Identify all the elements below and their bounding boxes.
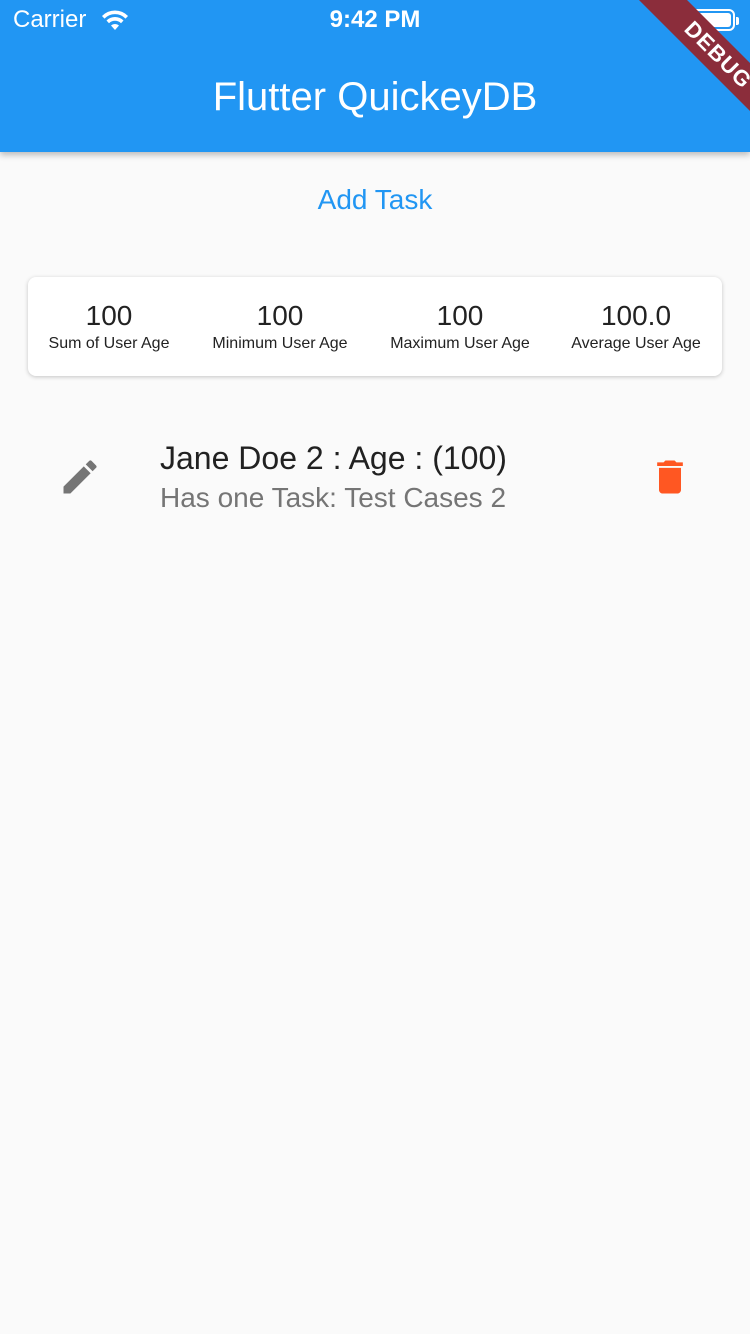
stat-sum-age: 100 Sum of User Age [28,299,190,355]
stat-label: Average User Age [571,335,701,352]
stat-value: 100.0 [600,300,672,331]
delete-icon[interactable] [648,455,692,499]
edit-icon[interactable] [58,455,102,499]
user-task-subtitle: Has one Task: Test Cases 2 [160,482,507,513]
stat-label: Maximum User Age [390,335,530,352]
status-bar: Carrier 9:42 PM [0,0,750,40]
stat-value: 100 [85,300,133,331]
user-title: Jane Doe 2 : Age : (100) [160,440,507,476]
stat-avg-age: 100.0 Average User Age [550,299,722,355]
stat-max-age: 100 Maximum User Age [370,299,550,355]
stat-value: 100 [436,300,484,331]
add-task-button[interactable]: Add Task [0,180,750,220]
stat-min-age: 100 Minimum User Age [190,299,370,355]
app-bar: Carrier 9:42 PM Flutter QuickeyDB DEBUG [0,0,750,152]
stat-label: Sum of User Age [48,335,170,352]
clock: 9:42 PM [329,6,421,33]
stat-value: 100 [256,300,304,331]
stat-label: Minimum User Age [212,335,348,352]
page-title: Flutter QuickeyDB [212,75,538,119]
stats-card: 100 Sum of User Age 100 Minimum User Age… [28,277,722,376]
